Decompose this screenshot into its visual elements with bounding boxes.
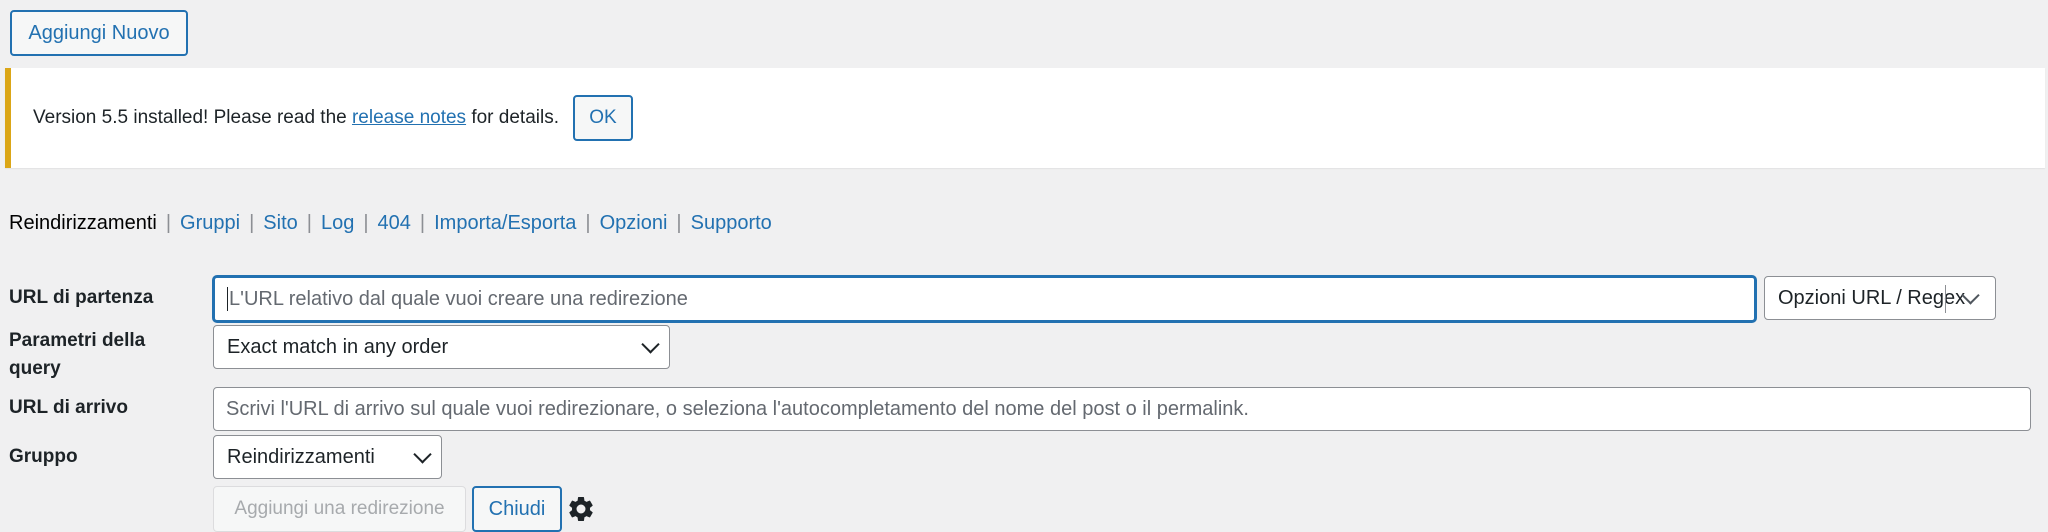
add-redirect-button[interactable]: Aggiungi una redirezione xyxy=(213,486,466,532)
subnav-separator: | xyxy=(585,212,591,234)
query-params-value: Exact match in any order xyxy=(227,335,449,358)
subnav-item-groups[interactable]: Gruppi xyxy=(180,212,240,234)
target-url-label: URL di arrivo xyxy=(9,397,128,418)
subnav-separator: | xyxy=(363,212,369,234)
release-notes-link[interactable]: release notes xyxy=(352,107,466,128)
text-caret xyxy=(227,287,228,311)
group-select[interactable]: Reindirizzamenti xyxy=(213,435,442,479)
subnav-item-log[interactable]: Log xyxy=(321,212,354,234)
query-params-select[interactable]: Exact match in any order xyxy=(213,325,670,369)
subnav: Reindirizzamenti | Gruppi | Sito | Log | 404 | Imp… xyxy=(9,208,772,238)
subnav-item-site[interactable]: Sito xyxy=(263,212,297,234)
chevron-down-icon xyxy=(413,445,432,464)
target-url-input[interactable]: Scrivi l'URL di arrivo sul quale vuoi re… xyxy=(213,387,2031,431)
subnav-item-404[interactable]: 404 xyxy=(378,212,411,234)
target-url-placeholder: Scrivi l'URL di arrivo sul quale vuoi re… xyxy=(226,397,1249,420)
update-notice: Version 5.5 installed! Please read the r… xyxy=(5,68,2045,168)
notice-message: Version 5.5 installed! Please read the r… xyxy=(33,68,559,168)
subnav-separator: | xyxy=(676,212,682,234)
url-options-label: Opzioni URL / Regex xyxy=(1778,286,1966,309)
dropdown-divider xyxy=(1945,285,1946,313)
subnav-item-import-export[interactable]: Importa/Esporta xyxy=(434,212,576,234)
url-options-dropdown[interactable]: Opzioni URL / Regex xyxy=(1764,276,1996,320)
subnav-separator: | xyxy=(249,212,255,234)
source-url-label: URL di partenza xyxy=(9,287,154,308)
notice-text-before: Version 5.5 installed! Please read the xyxy=(33,107,352,128)
notice-text-after: for details. xyxy=(466,107,559,128)
add-new-button[interactable]: Aggiungi Nuovo xyxy=(10,10,188,56)
notice-ok-button[interactable]: OK xyxy=(573,95,633,141)
subnav-separator: | xyxy=(165,212,172,234)
subnav-separator: | xyxy=(419,212,426,234)
group-label: Gruppo xyxy=(9,446,78,467)
source-url-placeholder: L'URL relativo dal quale vuoi creare una… xyxy=(229,287,688,310)
chevron-down-icon xyxy=(641,335,660,354)
subnav-item-options[interactable]: Opzioni xyxy=(600,212,668,234)
gear-icon[interactable] xyxy=(566,494,596,524)
subnav-item-support[interactable]: Supporto xyxy=(691,212,772,234)
close-button[interactable]: Chiudi xyxy=(472,486,562,532)
subnav-item-current[interactable]: Reindirizzamenti xyxy=(9,212,157,234)
group-value: Reindirizzamenti xyxy=(227,445,375,468)
source-url-input[interactable]: L'URL relativo dal quale vuoi creare una… xyxy=(213,276,1756,322)
subnav-separator: | xyxy=(306,212,312,234)
query-params-label: Parametri della query xyxy=(9,330,146,379)
